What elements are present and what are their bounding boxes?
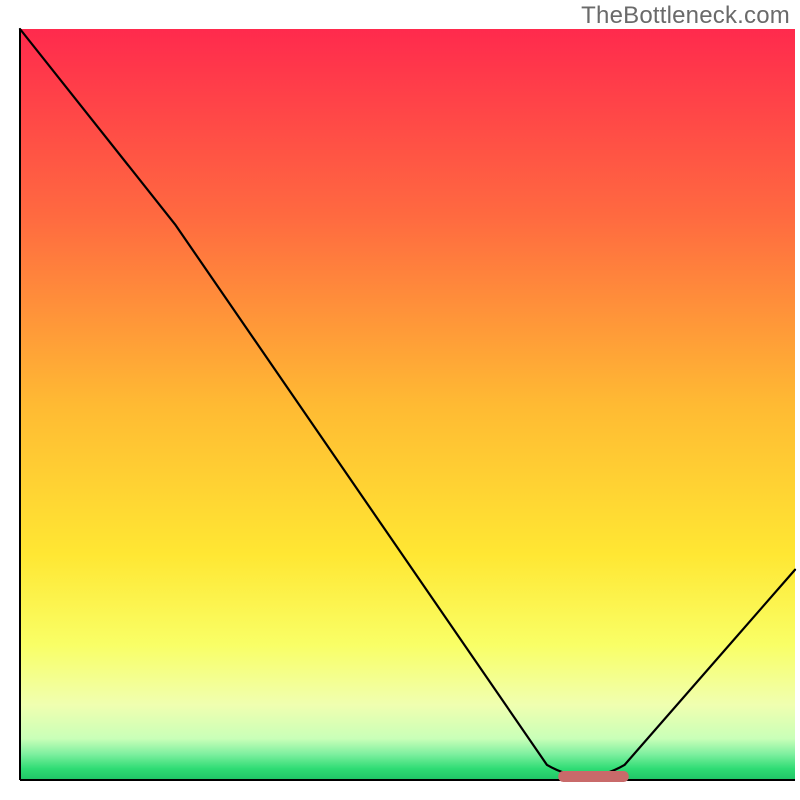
- chart-container: TheBottleneck.com: [0, 0, 800, 800]
- plot-background: [20, 29, 795, 780]
- bottleneck-chart: [0, 0, 800, 800]
- optimal-marker: [558, 771, 629, 782]
- watermark-text: TheBottleneck.com: [581, 2, 790, 30]
